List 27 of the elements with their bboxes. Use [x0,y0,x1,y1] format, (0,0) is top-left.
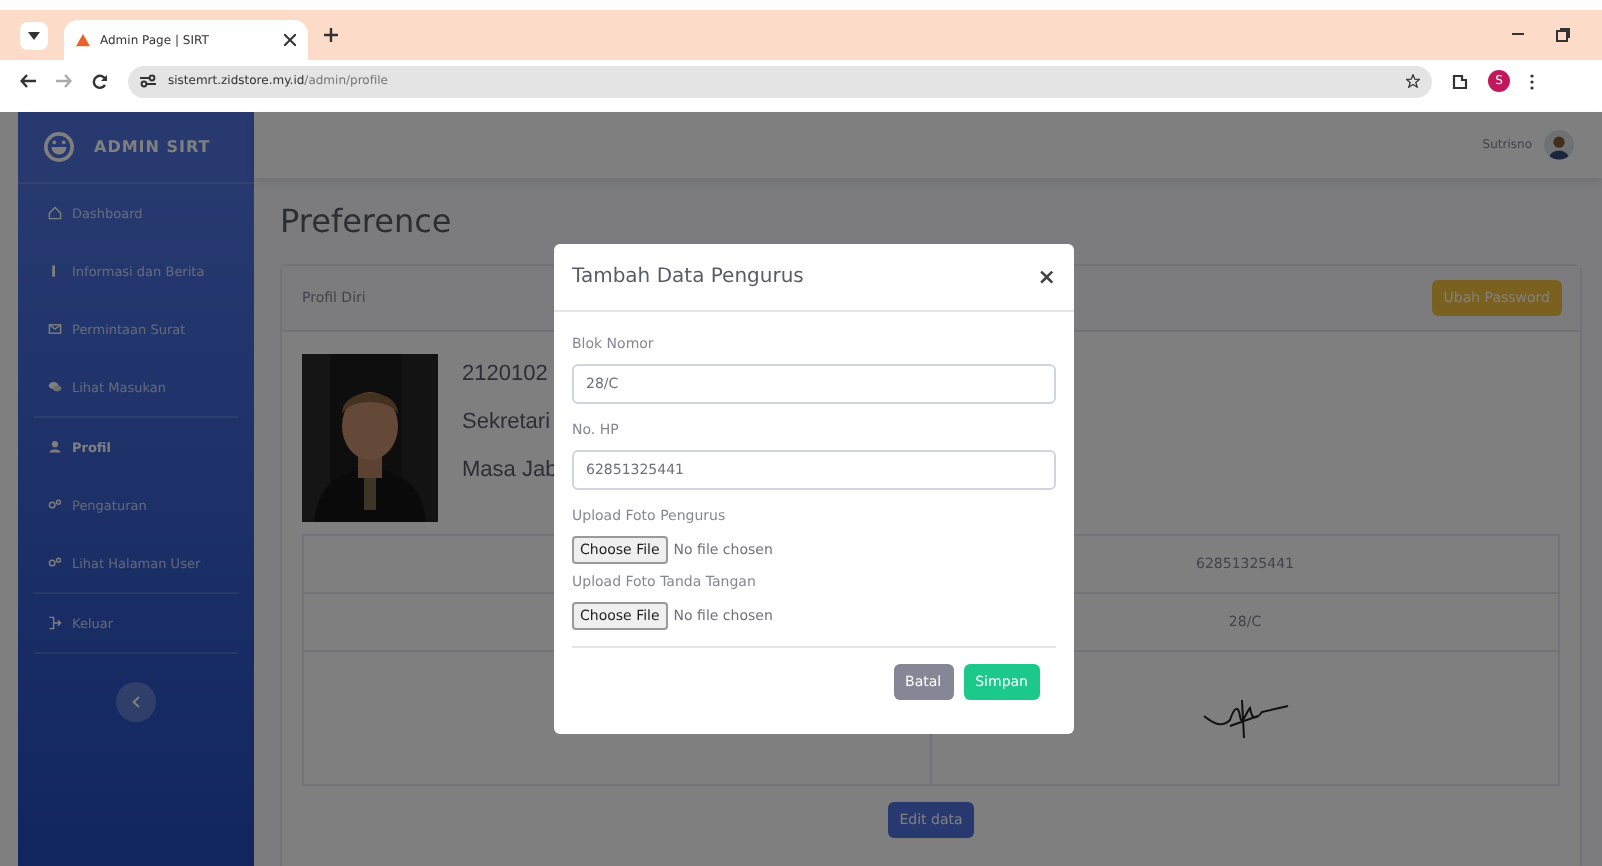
close-icon[interactable] [284,34,296,46]
caret-icon [28,31,40,39]
site-settings-icon[interactable] [140,74,156,88]
home-icon [48,206,62,220]
new-tab-icon[interactable] [324,28,338,42]
gears-icon [48,498,62,512]
restore-icon[interactable] [1556,28,1570,42]
page-title: Preference [280,202,454,240]
modal-title: Tambah Data Pengurus [572,266,804,288]
brand-title: ADMIN SIRT [94,138,211,156]
back-icon[interactable] [20,74,36,88]
reload-icon[interactable] [92,73,108,89]
envelope-icon [48,322,62,336]
chevron-left-icon [132,696,140,708]
minimize-icon[interactable] [1512,28,1524,40]
profile-text: Sekretari [462,408,553,438]
chat-icon [48,380,62,394]
close-button[interactable]: × [1037,264,1056,290]
logout-icon [48,616,62,630]
bookmark-star-icon[interactable] [1406,74,1420,88]
extensions-icon[interactable] [1452,73,1468,89]
user-avatar-icon[interactable] [1544,130,1574,160]
gears-icon [48,556,62,570]
profile-text: 2120102 [462,360,550,390]
tab-list-button[interactable] [20,21,48,49]
user-icon [48,440,62,454]
laughing-face-icon [44,132,74,162]
